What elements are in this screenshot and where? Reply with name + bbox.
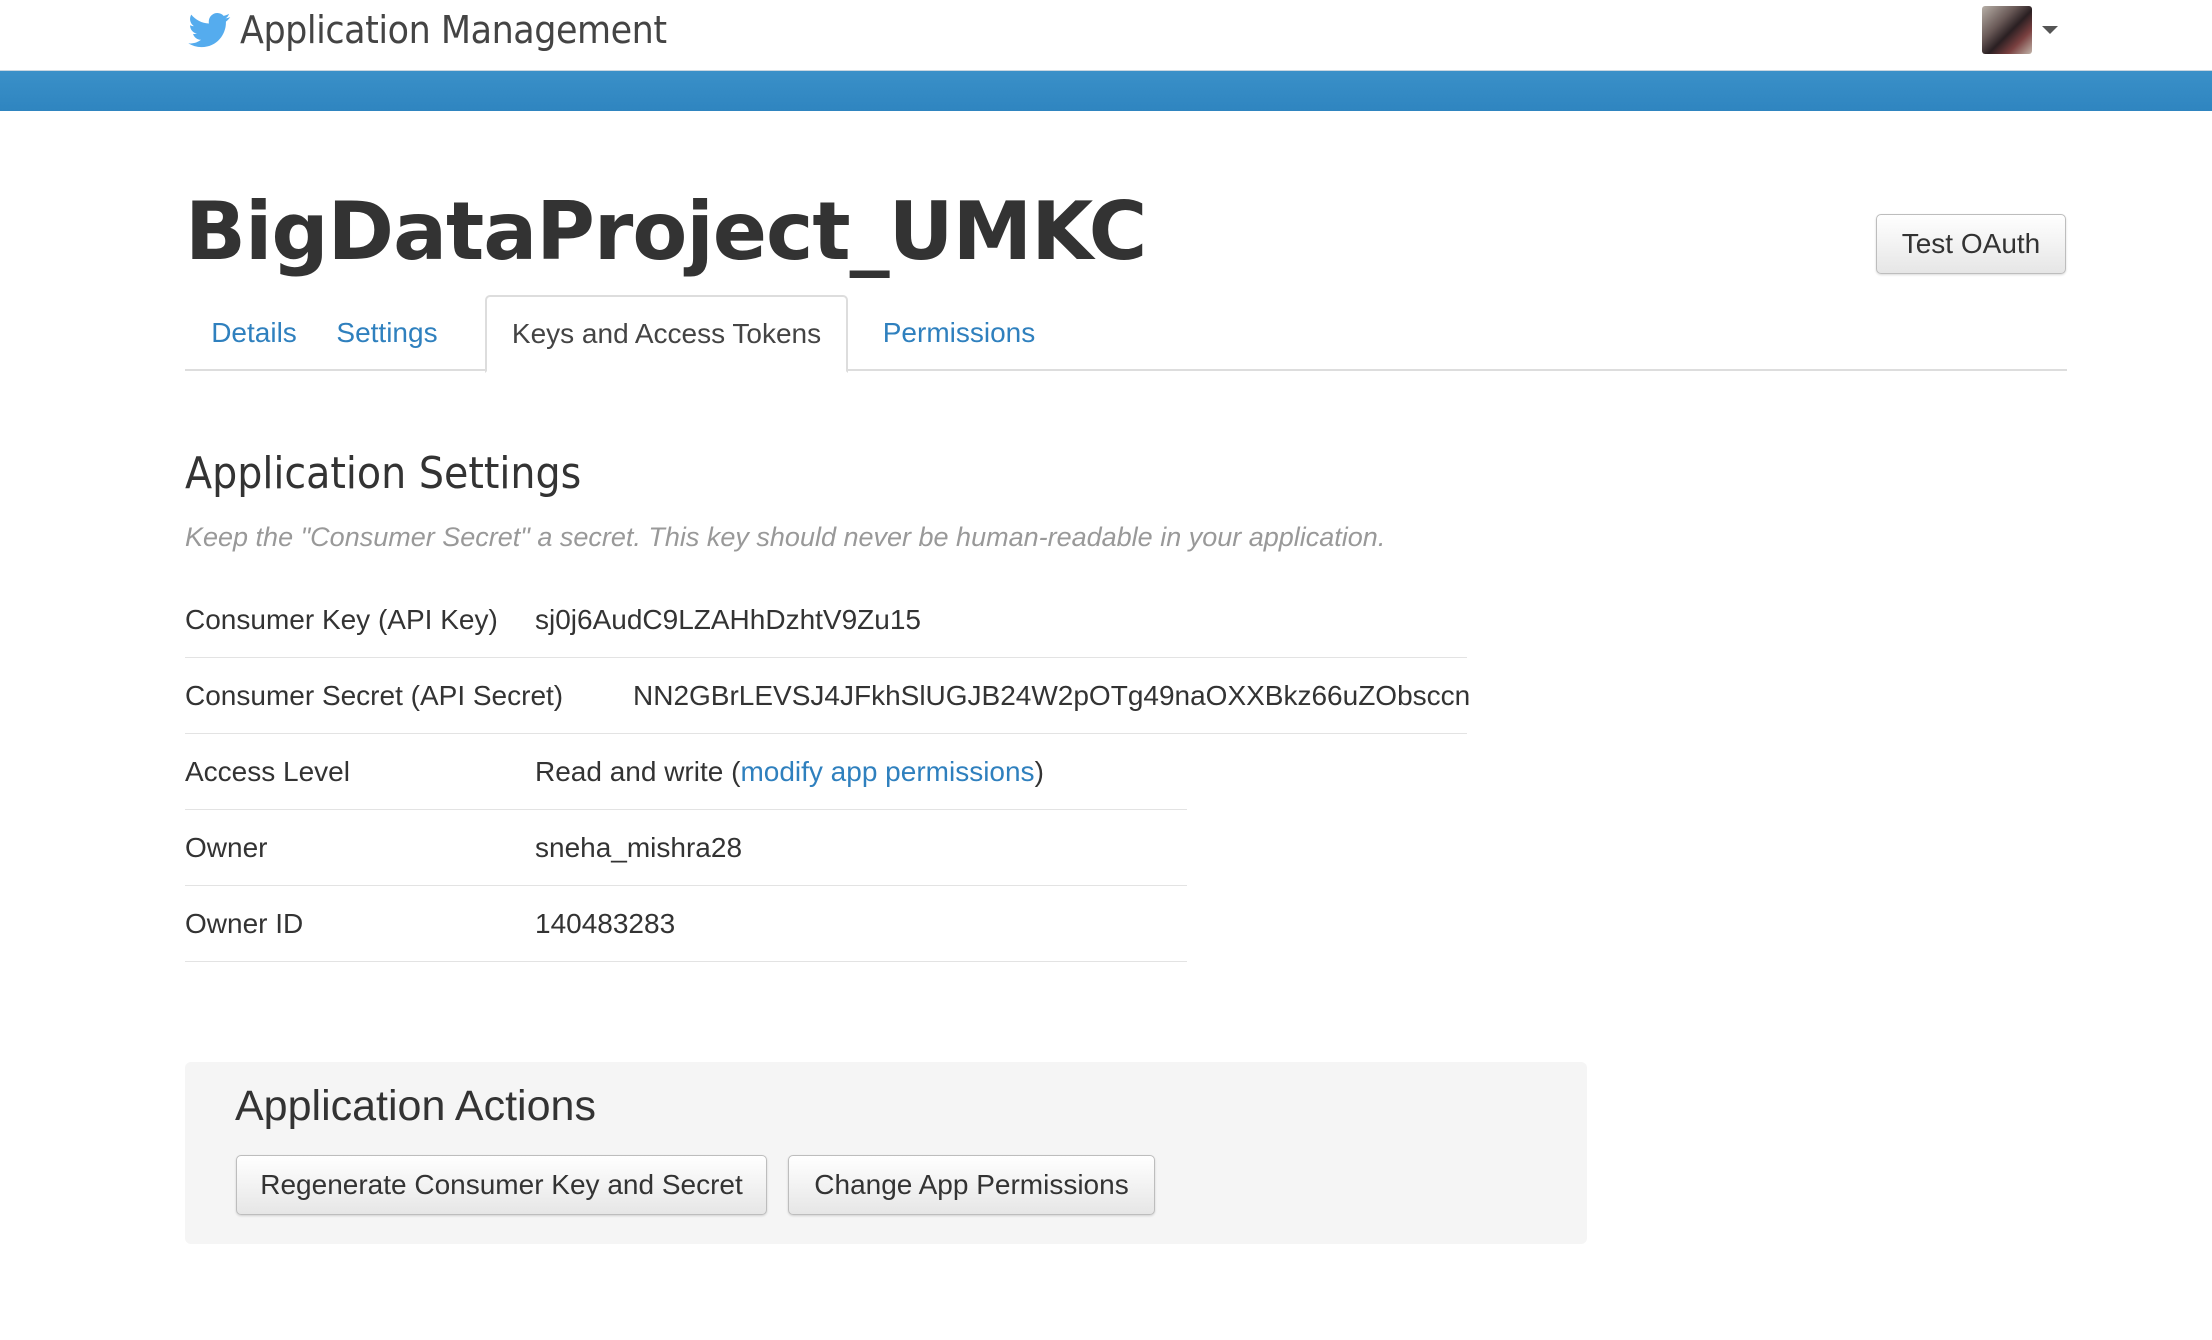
test-oauth-button[interactable]: Test OAuth xyxy=(1876,214,2066,274)
access-level-prefix: Read and write ( xyxy=(535,756,741,787)
consumer-secret-value: NN2GBrLEVSJ4JFkhSlUGJB24W2pOTg49naOXXBkz… xyxy=(633,680,1471,711)
consumer-key-row: Consumer Key (API Key) sj0j6AudC9LZAHhDz… xyxy=(185,582,1467,658)
tab-keys-and-access-tokens[interactable]: Keys and Access Tokens xyxy=(485,295,848,373)
owner-id-value: 140483283 xyxy=(535,908,676,939)
modify-permissions-link[interactable]: modify app permissions xyxy=(740,756,1034,787)
owner-value: sneha_mishra28 xyxy=(535,832,743,863)
owner-label: Owner xyxy=(185,832,268,863)
brand[interactable]: Application Management xyxy=(186,0,704,60)
owner-id-label: Owner ID xyxy=(185,908,304,939)
consumer-secret-row: Consumer Secret (API Secret) NN2GBrLEVSJ… xyxy=(185,658,1471,734)
actions-title: Application Actions xyxy=(235,1082,596,1130)
tab-details[interactable]: Details xyxy=(185,295,323,371)
owner-row: Owner sneha_mishra28 xyxy=(185,810,1187,886)
change-permissions-button[interactable]: Change App Permissions xyxy=(788,1155,1155,1215)
avatar[interactable] xyxy=(1982,6,2032,54)
tab-permissions[interactable]: Permissions xyxy=(848,295,1070,371)
access-level-label: Access Level xyxy=(185,756,350,787)
header-band xyxy=(0,71,2212,111)
page-title: BigDataProject_UMKC xyxy=(185,185,1147,278)
twitter-bird-icon xyxy=(188,13,231,48)
consumer-key-label: Consumer Key (API Key) xyxy=(185,604,498,635)
brand-title: Application Management xyxy=(240,8,667,52)
access-level-value: Read and write (modify app permissions) xyxy=(535,734,1044,810)
owner-id-row: Owner ID 140483283 xyxy=(185,886,1187,962)
application-actions-panel: Application Actions Regenerate Consumer … xyxy=(185,1062,1587,1244)
top-navbar: Application Management xyxy=(0,0,2212,71)
settings-title: Application Settings xyxy=(185,448,582,499)
access-level-row: Access Level Read and write (modify app … xyxy=(185,734,1187,810)
tab-settings[interactable]: Settings xyxy=(323,295,451,371)
consumer-key-value: sj0j6AudC9LZAHhDzhtV9Zu15 xyxy=(535,604,921,635)
regenerate-keys-button[interactable]: Regenerate Consumer Key and Secret xyxy=(236,1155,767,1215)
consumer-secret-label: Consumer Secret (API Secret) xyxy=(185,680,564,711)
user-menu[interactable] xyxy=(1982,6,2058,54)
chevron-down-icon[interactable] xyxy=(2042,26,2058,34)
access-level-suffix: ) xyxy=(1034,756,1044,787)
tab-bar: Details Settings Keys and Access Tokens … xyxy=(185,295,2067,373)
settings-hint: Keep the "Consumer Secret" a secret. Thi… xyxy=(185,522,1386,552)
